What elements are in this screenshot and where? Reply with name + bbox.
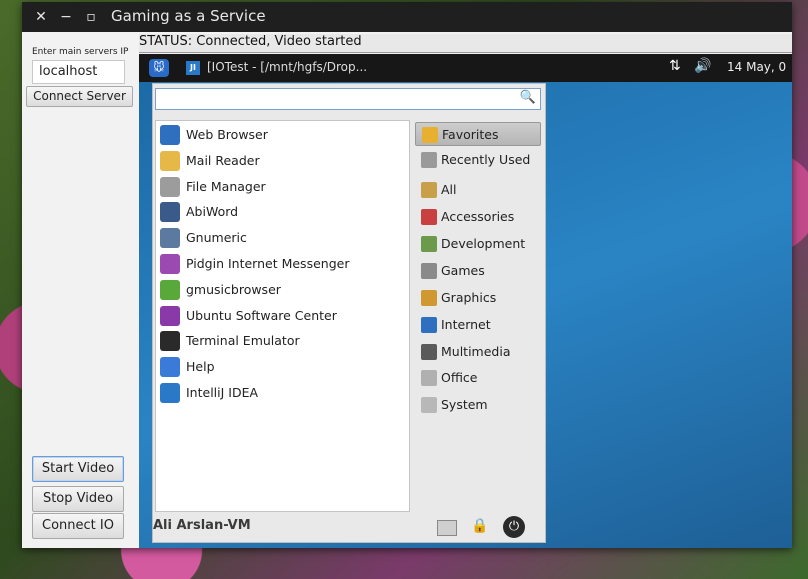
- app-icon: [160, 357, 180, 378]
- app-icon: [160, 279, 180, 300]
- app-label: IntelliJ IDEA: [186, 385, 259, 400]
- connect-io-button[interactable]: Connect IO: [32, 513, 124, 539]
- menu-app-item[interactable]: Gnumeric: [160, 226, 405, 250]
- app-label: Web Browser: [186, 127, 268, 142]
- menu-app-item[interactable]: Web Browser: [160, 123, 405, 147]
- menu-app-item[interactable]: Terminal Emulator: [160, 329, 405, 353]
- app-label: Pidgin Internet Messenger: [186, 256, 350, 271]
- menu-category-item[interactable]: Favorites: [415, 122, 541, 146]
- menu-category-item[interactable]: Graphics: [415, 286, 541, 310]
- menu-category-item[interactable]: Multimedia: [415, 340, 541, 364]
- minimize-button[interactable]: −: [57, 8, 75, 26]
- maximize-button[interactable]: ▫: [82, 8, 100, 26]
- stop-video-button[interactable]: Stop Video: [32, 486, 124, 512]
- category-icon: [421, 344, 437, 360]
- server-ip-input[interactable]: localhost: [32, 60, 125, 84]
- category-label: Internet: [441, 317, 491, 332]
- app-icon: [160, 383, 180, 403]
- app-label: AbiWord: [186, 204, 239, 220]
- category-icon: [422, 127, 438, 143]
- left-panel: Enter main servers IP localhost Connect …: [22, 32, 137, 548]
- app-label: Mail Reader: [186, 152, 260, 168]
- clock[interactable]: 14 May, 0: [727, 60, 786, 74]
- status-bar: STATUS: Connected, Video started: [139, 34, 792, 53]
- app-icon: [160, 202, 180, 223]
- network-icon[interactable]: ⇅: [669, 58, 681, 74]
- menu-app-item[interactable]: AbiWord: [160, 200, 405, 224]
- remote-top-panel: 🐭 JI [IOTest - [/mnt/hgfs/Drop... ⇅ 🔊 14…: [139, 54, 792, 82]
- menu-category-item[interactable]: System: [415, 393, 541, 417]
- app-label: Help: [186, 359, 215, 375]
- category-label: Graphics: [441, 290, 497, 305]
- menu-category-item[interactable]: Development: [415, 232, 541, 256]
- start-video-button[interactable]: Start Video: [32, 456, 124, 482]
- application-menu: 🔍 Web Browser Mail Reader File Manager AbiW…: [152, 83, 546, 543]
- category-label: Favorites: [442, 127, 499, 142]
- menu-app-item[interactable]: Ubuntu Software Center: [160, 304, 405, 328]
- category-label: System: [441, 397, 488, 412]
- close-button[interactable]: ✕: [32, 8, 50, 26]
- category-label: Recently Used: [441, 152, 531, 167]
- category-icon: [421, 397, 437, 413]
- app-icon: [160, 305, 180, 326]
- volume-icon[interactable]: 🔊: [694, 58, 711, 74]
- menu-app-item[interactable]: gmusicbrowser: [160, 278, 405, 302]
- menu-category-item[interactable]: All: [415, 178, 541, 202]
- category-label: Multimedia: [441, 344, 511, 359]
- app-label: gmusicbrowser: [186, 281, 281, 297]
- lock-icon[interactable]: 🔒: [471, 518, 488, 534]
- category-label: Development: [441, 236, 526, 251]
- username-label: Ali Arslan-VM: [153, 518, 251, 533]
- app-icon: [160, 125, 180, 145]
- menu-app-item[interactable]: Pidgin Internet Messenger: [160, 252, 405, 276]
- category-icon: [421, 317, 437, 333]
- menu-category-item[interactable]: Recently Used: [415, 148, 541, 172]
- category-icon: [421, 182, 437, 198]
- taskbar-window-title[interactable]: [IOTest - [/mnt/hgfs/Drop...: [207, 60, 367, 74]
- app-label: Ubuntu Software Center: [186, 307, 337, 323]
- menu-category-item[interactable]: Accessories: [415, 205, 541, 229]
- menu-app-item[interactable]: Help: [160, 355, 405, 379]
- menu-category-item[interactable]: Office: [415, 366, 541, 390]
- app-icon: [160, 228, 180, 249]
- category-icon: [421, 236, 437, 252]
- category-icon: [421, 209, 437, 225]
- ip-label: Enter main servers IP: [32, 47, 129, 57]
- menu-app-item[interactable]: IntelliJ IDEA: [160, 381, 405, 405]
- category-label: Office: [441, 370, 478, 385]
- menu-search-input[interactable]: 🔍: [155, 88, 541, 110]
- category-icon: [421, 290, 437, 306]
- app-label: Terminal Emulator: [186, 333, 300, 349]
- title-bar: ✕ − ▫ Gaming as a Service: [22, 2, 792, 32]
- window-title: Gaming as a Service: [111, 7, 266, 25]
- app-icon: [160, 176, 180, 197]
- category-label: Games: [441, 263, 485, 278]
- category-icon: [421, 152, 437, 168]
- menu-app-item[interactable]: Mail Reader: [160, 149, 405, 173]
- search-icon: 🔍: [519, 90, 536, 105]
- app-icon: [160, 254, 180, 274]
- category-icon: [421, 263, 437, 279]
- menu-app-item[interactable]: File Manager: [160, 175, 405, 199]
- app-icon: [160, 331, 180, 352]
- power-icon[interactable]: ⏻: [503, 516, 525, 538]
- xfce-menu-icon[interactable]: 🐭: [149, 59, 169, 77]
- switch-user-icon[interactable]: [437, 520, 457, 536]
- menu-category-item[interactable]: Games: [415, 259, 541, 283]
- app-label: File Manager: [186, 178, 266, 194]
- menu-footer: Ali Arslan-VM 🔒 ⏻: [153, 516, 545, 542]
- app-icon: [160, 150, 180, 171]
- app-label: Gnumeric: [186, 230, 247, 246]
- category-label: Accessories: [441, 209, 515, 224]
- intellij-icon: JI: [186, 61, 200, 75]
- category-label: All: [441, 182, 457, 197]
- category-icon: [421, 370, 437, 386]
- app-list: Web Browser Mail Reader File Manager AbiWor…: [155, 120, 410, 512]
- app-window: ✕ − ▫ Gaming as a Service Enter main ser…: [22, 2, 792, 548]
- connect-server-button[interactable]: Connect Server: [26, 86, 133, 107]
- menu-category-item[interactable]: Internet: [415, 313, 541, 337]
